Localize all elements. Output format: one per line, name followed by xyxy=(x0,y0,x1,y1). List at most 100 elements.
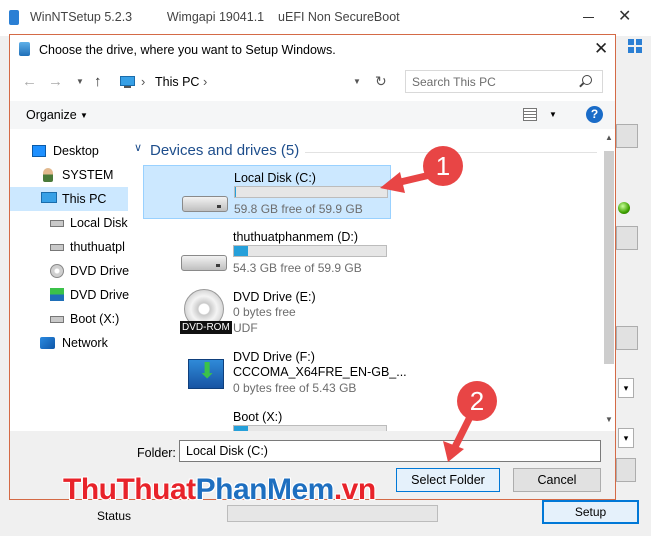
drive-item-d[interactable]: thuthuatphanmem (D:) 54.3 GB free of 59.… xyxy=(143,225,391,279)
nav-label: DVD Drive xyxy=(70,264,130,278)
drive-usage-bar xyxy=(234,186,388,198)
desktop-icon xyxy=(32,145,46,157)
organize-menu[interactable]: Organize xyxy=(26,108,77,122)
computer-icon xyxy=(120,76,135,86)
background-titlebar: WinNTSetup 5.2.3 Wimgapi 19041.1 uEFI No… xyxy=(0,0,651,36)
nav-item-network[interactable]: Network xyxy=(10,331,128,355)
disc-icon xyxy=(50,264,64,278)
search-icon[interactable] xyxy=(582,75,592,85)
dvd-rom-badge: DVD-ROM xyxy=(180,321,232,334)
nav-item-local-disk[interactable]: Local Disk xyxy=(10,211,128,235)
drive-free-space: 59.8 GB free of 59.9 GB xyxy=(234,202,363,216)
background-button[interactable] xyxy=(616,458,636,482)
drive-item-c[interactable]: Local Disk (C:) 59.8 GB free of 59.9 GB xyxy=(143,165,391,219)
drive-free-space: 54.3 GB free of 59.9 GB xyxy=(233,261,362,275)
folder-field[interactable] xyxy=(179,440,601,462)
nav-label: Desktop xyxy=(53,144,99,158)
drive-name: Boot (X:) xyxy=(233,410,283,424)
watermark-logo: ThuThuatPhanMem.vn xyxy=(63,473,376,507)
setup-button[interactable]: Setup xyxy=(542,500,639,524)
dialog-icon xyxy=(19,42,30,56)
help-icon[interactable]: ? xyxy=(586,106,603,123)
windows-logo-icon xyxy=(628,39,642,53)
drive-item-e[interactable]: DVD-ROM DVD Drive (E:) 0 bytes free UDF xyxy=(143,285,391,339)
refresh-icon[interactable]: ↻ xyxy=(375,73,387,90)
status-label: Status xyxy=(97,509,132,523)
background-button[interactable] xyxy=(616,226,638,250)
minimize-icon[interactable] xyxy=(583,17,594,18)
drive-item-f[interactable]: DVD Drive (F:) CCCOMA_X64FRE_EN-GB_... 0… xyxy=(143,345,407,399)
vertical-scrollbar[interactable]: ▲ ▼ xyxy=(603,131,615,429)
chevron-down-icon[interactable]: ▼ xyxy=(80,111,88,120)
scroll-up-icon[interactable]: ▲ xyxy=(605,133,613,142)
view-options-icon[interactable] xyxy=(523,108,537,121)
user-icon xyxy=(43,168,53,182)
watermark-part1: ThuThuat xyxy=(63,473,196,506)
drive-usage-fill xyxy=(234,246,248,256)
step-marker-2: 2 xyxy=(457,381,497,421)
group-header[interactable]: Devices and drives (5) xyxy=(150,142,299,159)
drive-icon xyxy=(50,220,64,227)
chevron-down-icon[interactable]: ▾ xyxy=(618,428,634,448)
chevron-down-icon[interactable]: ▼ xyxy=(549,110,557,119)
status-progress xyxy=(227,505,438,522)
watermark-part3: .vn xyxy=(333,473,376,506)
folder-label: Folder: xyxy=(137,446,176,460)
address-bar[interactable]: › This PC › xyxy=(114,70,384,95)
scrollbar-thumb[interactable] xyxy=(604,151,614,364)
drive-name: Local Disk (C:) xyxy=(234,171,316,185)
background-title: WinNTSetup 5.2.3 Wimgapi 19041.1 uEFI No… xyxy=(30,10,400,24)
choose-drive-dialog: Choose the drive, where you want to Setu… xyxy=(9,34,616,500)
status-led-icon xyxy=(618,202,630,214)
close-icon[interactable]: ✕ xyxy=(594,39,608,59)
close-icon[interactable]: ✕ xyxy=(618,6,631,26)
nav-item-system[interactable]: SYSTEM xyxy=(10,163,128,187)
drive-filesystem: UDF xyxy=(233,321,258,335)
drive-usage-bar xyxy=(233,245,387,257)
drive-name: thuthuatphanmem (D:) xyxy=(233,230,359,244)
nav-item-dvd-drive-e[interactable]: DVD Drive xyxy=(10,259,130,283)
drive-free-space: 0 bytes free of 5.43 GB xyxy=(233,381,357,395)
back-arrow-icon[interactable]: ← xyxy=(22,73,37,90)
background-button[interactable] xyxy=(616,124,638,148)
nav-item-dvd-drive-f[interactable]: DVD Drive xyxy=(10,283,130,307)
watermark-part2: PhanMem xyxy=(195,473,335,506)
background-button[interactable] xyxy=(616,326,638,350)
forward-arrow-icon[interactable]: → xyxy=(48,73,63,90)
chevron-down-icon[interactable]: ▼ xyxy=(76,77,84,86)
dialog-title: Choose the drive, where you want to Setu… xyxy=(39,43,336,57)
drive-name: DVD Drive (E:) xyxy=(233,290,316,304)
setup-disc-icon xyxy=(188,358,224,389)
select-folder-button[interactable]: Select Folder xyxy=(396,468,500,492)
nav-label: This PC xyxy=(62,192,107,206)
nav-item-this-pc[interactable]: This PC xyxy=(10,187,128,211)
hard-drive-icon xyxy=(181,255,227,271)
breadcrumb[interactable]: This PC xyxy=(155,75,199,89)
search-input[interactable] xyxy=(412,75,572,89)
nav-item-desktop[interactable]: Desktop xyxy=(10,139,128,163)
drive-icon xyxy=(50,244,64,251)
chevron-down-icon[interactable]: ▾ xyxy=(618,378,634,398)
drive-item-x[interactable]: Boot (X:) xyxy=(143,405,391,431)
chevron-down-icon[interactable]: ▼ xyxy=(353,77,361,86)
hard-drive-icon xyxy=(182,196,228,212)
nav-label: SYSTEM xyxy=(62,168,114,182)
nav-label: DVD Drive xyxy=(70,288,130,302)
nav-label: Boot (X:) xyxy=(70,312,120,326)
nav-item-thuthuatphanmem[interactable]: thuthuatpl xyxy=(10,235,128,259)
drive-icon xyxy=(50,316,64,323)
cancel-button[interactable]: Cancel xyxy=(513,468,601,492)
drive-volume-label: CCCOMA_X64FRE_EN-GB_... xyxy=(233,365,407,379)
chevron-right-icon[interactable]: › xyxy=(141,74,145,89)
toolbar: Organize ▼ ▼ ? xyxy=(10,101,615,129)
up-arrow-icon[interactable]: ↑ xyxy=(94,73,102,90)
collapse-chevron-icon[interactable]: ∨ xyxy=(134,141,142,154)
computer-icon xyxy=(41,192,57,203)
nav-label: thuthuatpl xyxy=(70,240,125,254)
chevron-right-icon[interactable]: › xyxy=(203,74,207,89)
setup-disc-icon xyxy=(50,288,64,301)
search-box[interactable] xyxy=(405,70,603,93)
nav-item-boot[interactable]: Boot (X:) xyxy=(10,307,128,331)
scroll-down-icon[interactable]: ▼ xyxy=(605,415,613,424)
app-icon xyxy=(9,10,19,25)
